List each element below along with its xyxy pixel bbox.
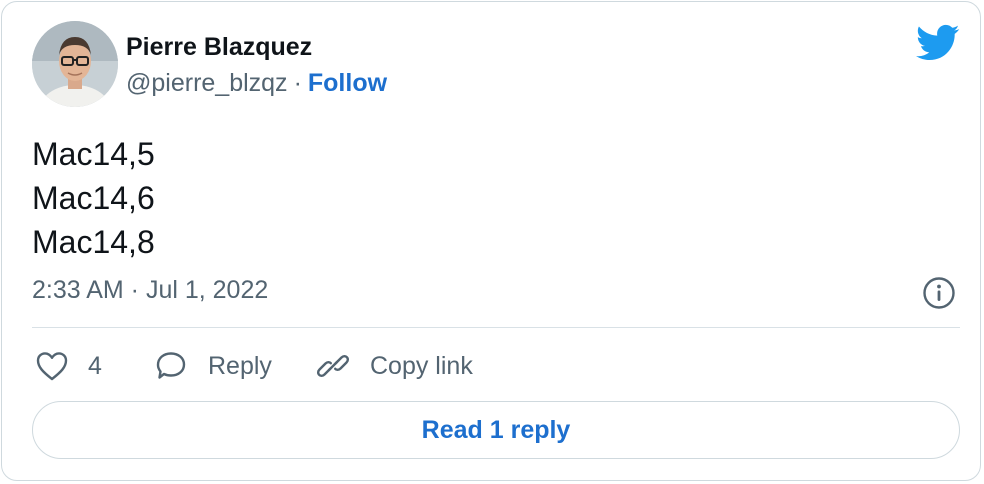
copy-link-button[interactable]: Copy link <box>316 348 473 384</box>
author-handle-line: @pierre_blzqz · Follow <box>126 69 387 98</box>
speech-bubble-icon <box>154 350 188 382</box>
follow-link[interactable]: Follow <box>308 69 387 97</box>
like-button[interactable]: 4 <box>36 348 102 384</box>
link-icon <box>316 349 350 383</box>
separator-dot: · <box>293 69 302 97</box>
reply-label: Reply <box>208 351 272 380</box>
like-count: 4 <box>88 351 102 380</box>
tweet-text: Mac14,5 Mac14,6 Mac14,8 <box>32 132 155 264</box>
tweet-card: Pierre Blazquez @pierre_blzqz · Follow Mac… <box>1 1 981 481</box>
reply-button[interactable]: Reply <box>154 348 272 384</box>
copy-link-label: Copy link <box>370 351 473 380</box>
divider <box>32 327 960 328</box>
read-replies-button[interactable]: Read 1 reply <box>32 401 960 459</box>
author-handle[interactable]: @pierre_blzqz <box>126 69 288 97</box>
info-icon[interactable] <box>922 276 956 310</box>
tweet-line: Mac14,8 <box>32 224 155 260</box>
twitter-bird-icon[interactable] <box>916 24 960 62</box>
tweet-line: Mac14,6 <box>32 180 155 216</box>
author-name[interactable]: Pierre Blazquez <box>126 33 312 62</box>
avatar-image <box>32 21 118 107</box>
tweet-timestamp[interactable]: 2:33 AM · Jul 1, 2022 <box>32 276 268 305</box>
read-replies-label: Read 1 reply <box>421 415 571 444</box>
tweet-line: Mac14,5 <box>32 136 155 172</box>
avatar[interactable] <box>32 21 118 107</box>
heart-icon <box>36 351 68 381</box>
